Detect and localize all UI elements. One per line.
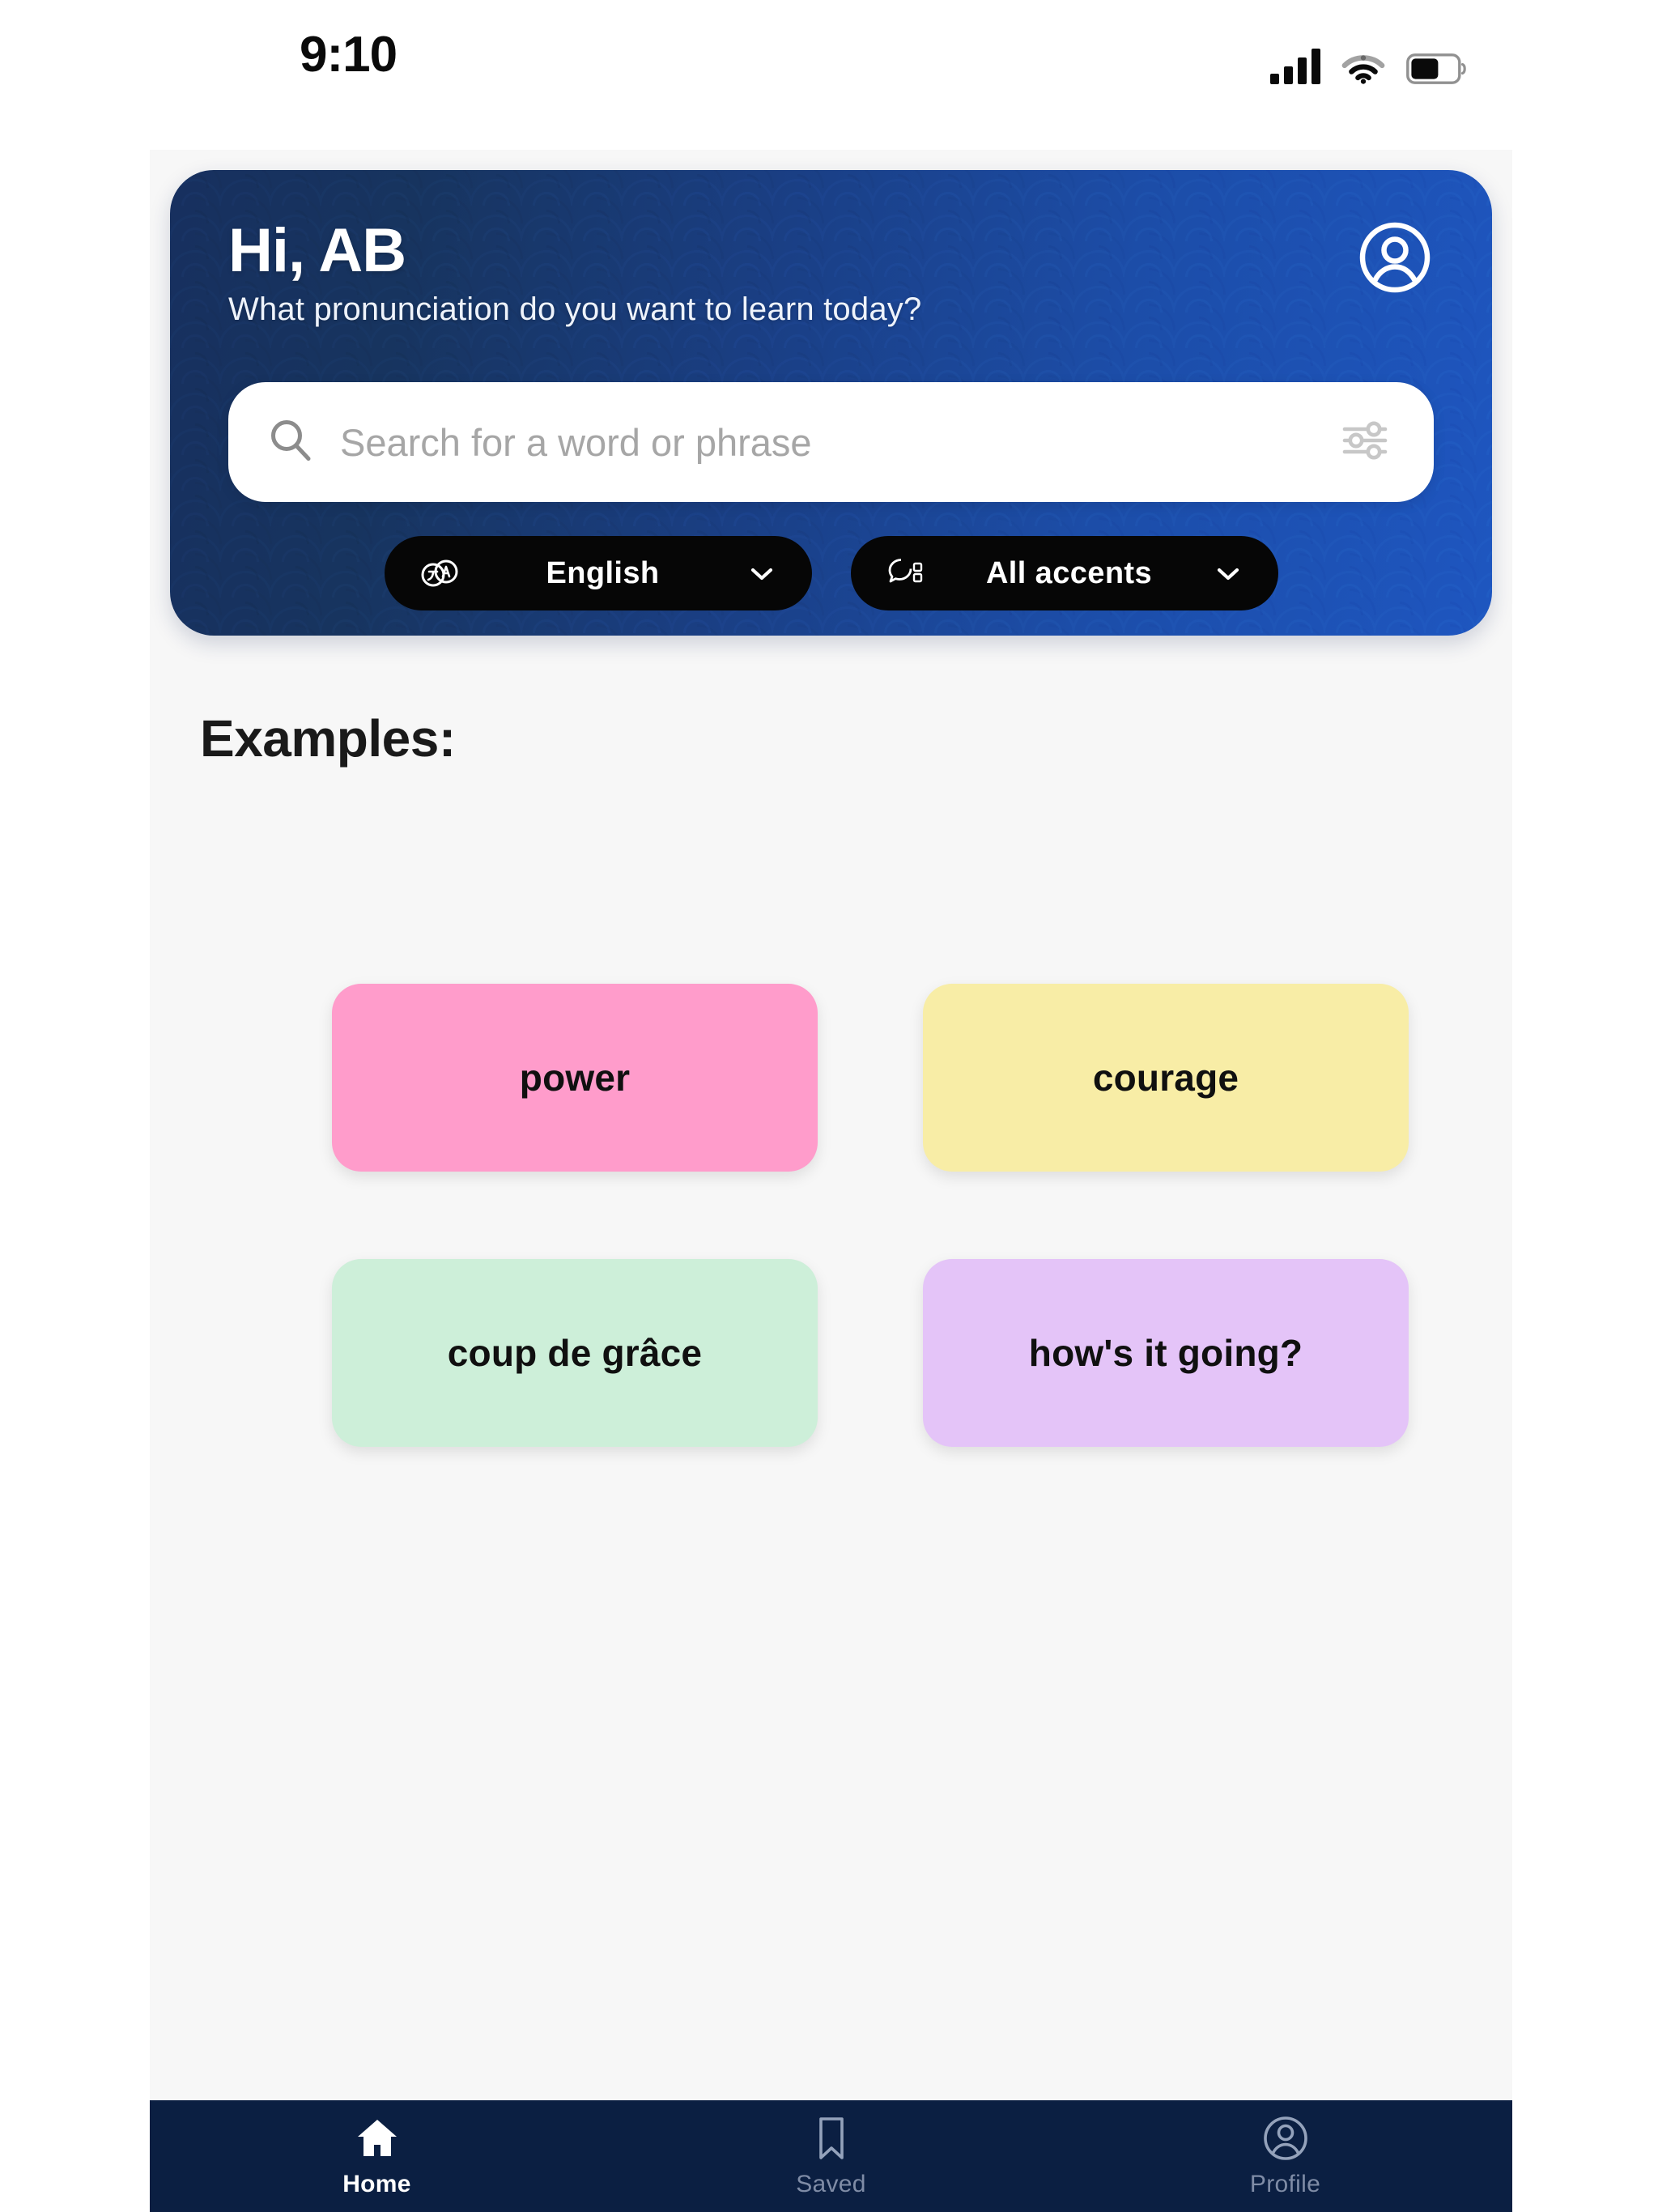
nav-item-label: Profile	[1249, 2171, 1321, 2197]
example-card-coup-de-grace[interactable]: coup de grâce	[332, 1259, 818, 1447]
language-selector-label: English	[546, 555, 660, 590]
examples-heading: Examples:	[200, 709, 456, 768]
example-card-label: power	[519, 1057, 631, 1099]
accent-selector[interactable]: All accents	[850, 536, 1278, 610]
phone-screen: 9:10 Hi, AB What pronunciation do you wa…	[0, 0, 1658, 2212]
page-subtitle: What pronunciation do you want to learn …	[228, 291, 922, 327]
nav-item-label: Home	[342, 2171, 411, 2197]
account-circle-icon[interactable]	[1358, 220, 1432, 295]
search-input[interactable]	[340, 419, 1340, 465]
speech-bubble-icon	[883, 551, 929, 596]
filter-sliders-icon[interactable]	[1340, 415, 1390, 470]
status-bar-icons	[1270, 34, 1468, 84]
example-card-label: coup de grâce	[447, 1332, 703, 1374]
app-header: Hi, AB What pronunciation do you want to…	[170, 170, 1492, 636]
filter-pill-row: English All accents	[228, 536, 1434, 610]
example-card-label: how's it going?	[1028, 1332, 1303, 1374]
chevron-down-icon	[1210, 555, 1246, 591]
battery-icon	[1406, 53, 1468, 84]
bottom-navigation-bar: Home Saved Profile	[150, 2100, 1512, 2212]
nav-item-label: Saved	[796, 2171, 866, 2197]
cellular-signal-icon	[1270, 49, 1320, 84]
search-bar[interactable]	[228, 382, 1434, 502]
example-card-label: courage	[1092, 1057, 1239, 1099]
app-content: Hi, AB What pronunciation do you want to…	[150, 150, 1512, 2212]
status-bar: 9:10	[150, 0, 1512, 150]
example-card-power[interactable]: power	[332, 984, 818, 1172]
language-selector[interactable]: English	[384, 536, 812, 610]
wifi-icon	[1341, 50, 1385, 84]
examples-grid: power courage coup de grâce how's it goi…	[332, 984, 1409, 1447]
example-card-hows-it-going[interactable]: how's it going?	[923, 1259, 1409, 1447]
status-bar-time: 9:10	[300, 27, 397, 83]
example-card-courage[interactable]: courage	[923, 984, 1409, 1172]
account-circle-icon	[1261, 2114, 1310, 2163]
accent-selector-label: All accents	[985, 555, 1153, 590]
nav-item-saved[interactable]: Saved	[604, 2100, 1058, 2212]
page-title: Hi, AB	[228, 216, 406, 285]
nav-item-home[interactable]: Home	[150, 2100, 604, 2212]
chevron-down-icon	[744, 555, 780, 591]
greeting-block: Hi, AB What pronunciation do you want to…	[228, 220, 921, 328]
search-icon	[266, 415, 316, 470]
nav-item-profile[interactable]: Profile	[1058, 2100, 1512, 2212]
bookmark-icon	[807, 2114, 856, 2163]
translate-icon	[417, 551, 462, 596]
home-icon	[353, 2114, 402, 2163]
